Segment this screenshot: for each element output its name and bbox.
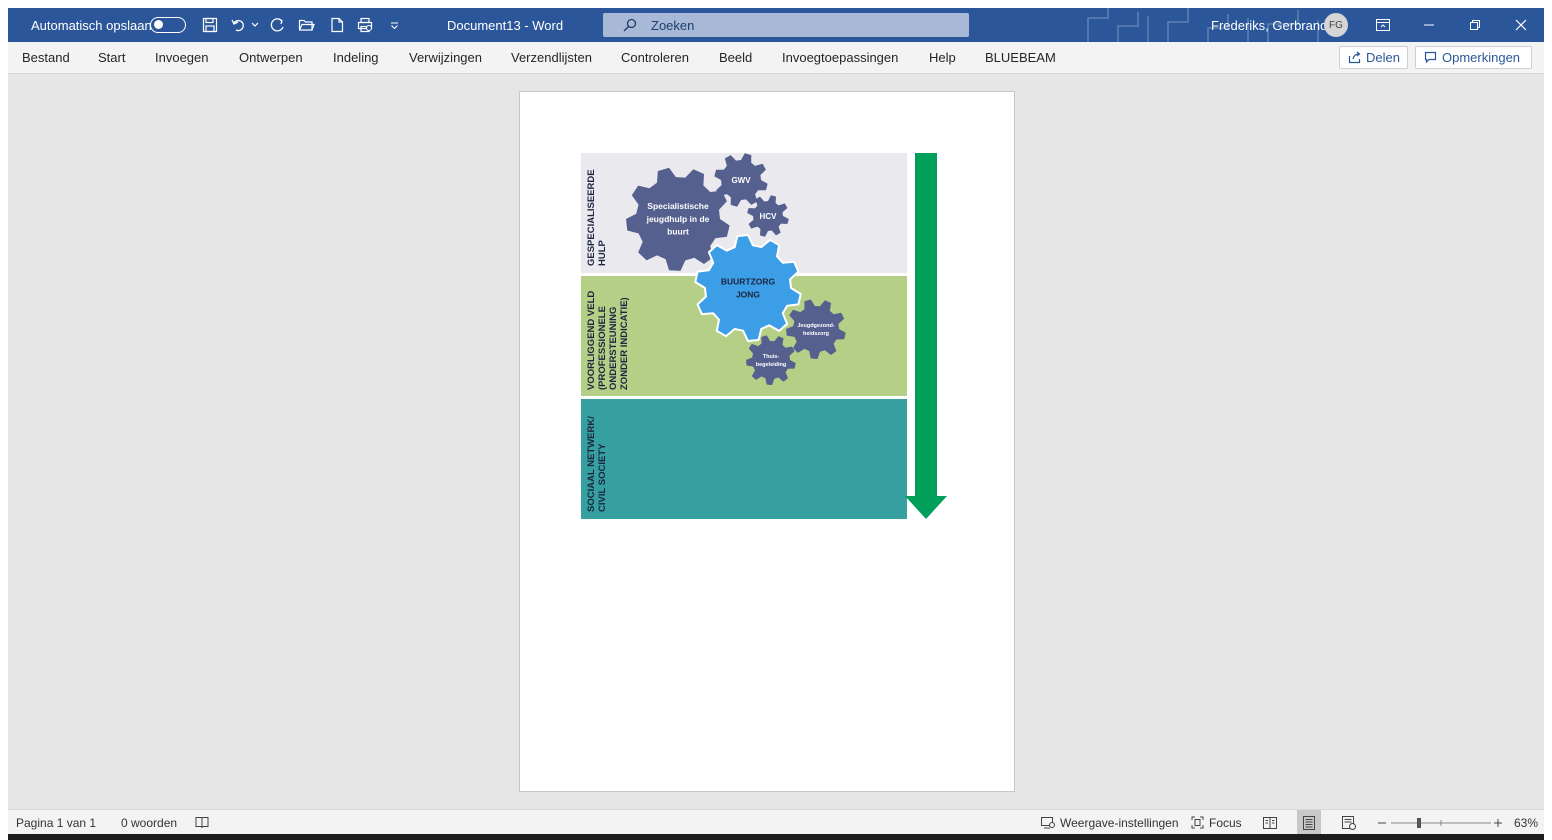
redo-icon[interactable]	[270, 8, 286, 42]
gear-jeugdgezond-label: Jeugdgezond-	[797, 323, 834, 329]
tab-beeld[interactable]: Beeld	[719, 42, 752, 73]
gear-jeugdgezond-label: heidszorg	[803, 331, 829, 337]
gear-gwv-label: GWV	[731, 176, 751, 185]
ribbon-tabs: Bestand Start Invoegen Ontwerpen Indelin…	[8, 42, 1544, 74]
gear-buurtzorg-label: JONG	[736, 289, 760, 299]
zoom-out-icon[interactable]	[1377, 810, 1387, 835]
focus-button[interactable]: Focus	[1191, 810, 1242, 835]
tab-verzendlijsten[interactable]: Verzendlijsten	[511, 42, 592, 73]
share-icon	[1348, 51, 1361, 64]
read-mode-icon[interactable]	[1263, 810, 1277, 835]
tab-help[interactable]: Help	[929, 42, 956, 73]
display-settings-label: Weergave-instellingen	[1060, 815, 1179, 830]
row-label-sociaal: SOCIAAL NETWERK/ CIVIL SOCIETY	[586, 416, 608, 512]
undo-dropdown-icon[interactable]	[251, 8, 259, 42]
proofing-icon[interactable]	[195, 810, 209, 835]
tab-start[interactable]: Start	[98, 42, 125, 73]
display-settings-button[interactable]: Weergave-instellingen	[1041, 810, 1179, 835]
gear-thuis-label: Thuis-	[763, 354, 780, 360]
ribbon-display-options-icon[interactable]	[1376, 8, 1390, 42]
web-layout-icon[interactable]	[1342, 810, 1356, 835]
customize-toolbar-icon[interactable]	[390, 8, 399, 42]
row-label-gespecialiseerd: GESPECIALISEERDE HULP	[586, 169, 608, 266]
zoom-in-icon[interactable]	[1493, 810, 1503, 835]
display-settings-icon	[1041, 816, 1055, 829]
word-count[interactable]: 0 woorden	[121, 810, 177, 835]
undo-icon[interactable]	[231, 8, 247, 42]
tab-bestand[interactable]: Bestand	[22, 42, 70, 73]
tab-invoegtoepassingen[interactable]: Invoegtoepassingen	[782, 42, 898, 73]
row-sociaal	[581, 399, 907, 519]
tab-bluebeam[interactable]: BLUEBEAM	[985, 42, 1056, 73]
word-window: Automatisch opslaan Document13 - Word Zo…	[8, 8, 1544, 840]
taskbar	[8, 834, 1544, 840]
focus-label: Focus	[1209, 815, 1242, 830]
row-label-voorliggend: VOORLIGGEND VELD (PROFESSIONELE ONDERSTE…	[586, 290, 630, 390]
figure-graphic: Specialistische jeugdhulp in de buurt GWV HC…	[581, 153, 947, 519]
comments-label: Opmerkingen	[1442, 50, 1521, 65]
gear-buurtzorg-label: BUURTZORG	[721, 277, 776, 287]
gear-specialist-label: jeugdhulp in de	[646, 214, 710, 224]
share-button[interactable]: Delen	[1339, 46, 1408, 69]
print-preview-icon[interactable]	[357, 8, 374, 42]
new-document-icon[interactable]	[330, 8, 344, 42]
close-icon[interactable]	[1515, 8, 1527, 42]
search-icon	[623, 18, 637, 32]
zoom-level[interactable]: 63%	[1514, 810, 1538, 835]
autosave-toggle[interactable]	[150, 8, 186, 42]
comment-icon	[1424, 51, 1437, 64]
gear-hcv-label: HCV	[760, 212, 778, 221]
print-layout-icon[interactable]	[1297, 810, 1321, 835]
focus-icon	[1191, 816, 1204, 829]
minimize-icon[interactable]	[1423, 8, 1435, 42]
user-name[interactable]: Frederiks, Gerbrand	[1211, 8, 1327, 42]
tab-invoegen[interactable]: Invoegen	[155, 42, 209, 73]
tab-verwijzingen[interactable]: Verwijzingen	[409, 42, 482, 73]
zoom-slider[interactable]	[1389, 810, 1493, 835]
tab-ontwerpen[interactable]: Ontwerpen	[239, 42, 303, 73]
document-title: Document13 - Word	[447, 17, 564, 33]
gear-specialist-label: Specialistische	[647, 201, 709, 211]
search-placeholder: Zoeken	[651, 17, 695, 33]
gear-specialist-label: buurt	[667, 227, 689, 237]
share-label: Delen	[1366, 50, 1400, 65]
tab-controleren[interactable]: Controleren	[621, 42, 689, 73]
open-folder-icon[interactable]	[298, 8, 315, 42]
tab-indeling[interactable]: Indeling	[333, 42, 379, 73]
title-bar: Automatisch opslaan Document13 - Word Zo…	[8, 8, 1544, 42]
search-box[interactable]: Zoeken	[603, 13, 969, 37]
page-count[interactable]: Pagina 1 van 1	[16, 810, 96, 835]
save-icon[interactable]	[202, 8, 218, 42]
gear-thuis-label: begeleiding	[756, 362, 787, 368]
avatar-initials: FG	[1324, 13, 1348, 37]
status-bar: Pagina 1 van 1 0 woorden Weergave-instel…	[8, 809, 1544, 835]
comments-button[interactable]: Opmerkingen	[1415, 46, 1532, 69]
down-arrow-icon	[905, 153, 947, 519]
avatar[interactable]: FG	[1324, 8, 1348, 42]
restore-icon[interactable]	[1469, 8, 1481, 42]
document-page[interactable]: Specialistische jeugdhulp in de buurt GWV HC…	[519, 91, 1015, 792]
autosave-label: Automatisch opslaan	[31, 17, 152, 33]
